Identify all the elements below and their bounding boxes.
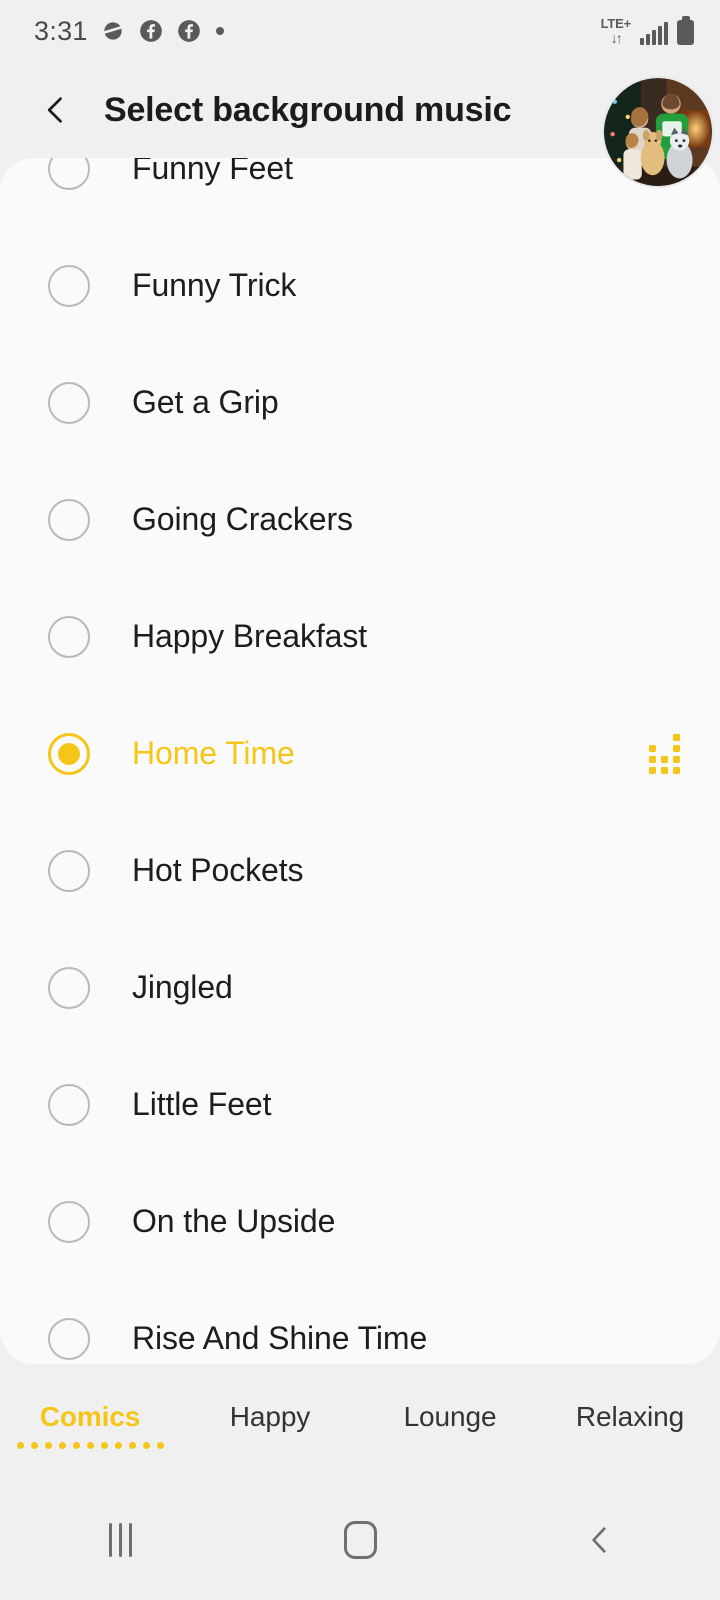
music-list-item[interactable]: Little Feet <box>0 1046 720 1163</box>
music-item-label: Little Feet <box>132 1086 272 1122</box>
music-item-label: Home Time <box>132 735 295 771</box>
equalizer-dots-icon <box>649 733 680 774</box>
recents-icon[interactable] <box>0 1523 240 1557</box>
music-list-item[interactable]: Going Crackers <box>0 461 720 578</box>
music-list-panel: Funny Feet Funny Trick Get a Grip Going Cra… <box>0 158 720 1364</box>
profile-avatar[interactable] <box>602 76 714 188</box>
status-bar-right: LTE+ ↓↑ <box>601 17 694 45</box>
music-item-label: Jingled <box>132 969 233 1005</box>
tab-happy[interactable]: Happy <box>180 1401 360 1450</box>
tab-active-underline <box>16 1441 164 1450</box>
radio-button[interactable] <box>48 1317 90 1360</box>
tab-comics[interactable]: Comics <box>0 1401 180 1450</box>
app-header: Select background music <box>0 62 720 188</box>
status-bar-left: 3:31 <box>34 16 226 47</box>
equalizer-column <box>673 733 680 774</box>
radio-button[interactable] <box>48 1083 90 1126</box>
music-item-label: Get a Grip <box>132 384 279 420</box>
network-type-indicator: LTE+ ↓↑ <box>600 16 632 46</box>
radio-button[interactable] <box>48 264 90 307</box>
tab-label: Comics <box>39 1400 141 1432</box>
tab-label: Happy <box>229 1400 311 1432</box>
tab-relaxing[interactable]: Relaxing <box>540 1401 720 1450</box>
radio-button[interactable] <box>48 381 90 424</box>
music-list-item[interactable]: Hot Pockets <box>0 812 720 929</box>
system-navigation-bar <box>0 1480 720 1600</box>
music-list-item[interactable]: Rise And Shine Time <box>0 1280 720 1364</box>
music-list-item[interactable]: Get a Grip <box>0 344 720 461</box>
dot-indicator-icon <box>214 25 226 37</box>
radio-button[interactable] <box>48 498 90 541</box>
radio-dot-icon <box>58 742 80 765</box>
back-icon[interactable] <box>480 1523 720 1557</box>
radio-button[interactable] <box>48 1200 90 1243</box>
equalizer-column <box>661 755 668 774</box>
music-list-item[interactable]: On the Upside <box>0 1163 720 1280</box>
facebook-icon <box>138 18 164 44</box>
home-icon[interactable] <box>240 1521 480 1559</box>
network-type-label: LTE+ <box>600 16 632 31</box>
music-item-label: Rise And Shine Time <box>132 1320 428 1356</box>
page-title: Select background music <box>104 90 512 129</box>
music-list-item[interactable]: Jingled <box>0 929 720 1046</box>
music-list-item[interactable]: Happy Breakfast <box>0 578 720 695</box>
music-item-label: On the Upside <box>132 1203 336 1239</box>
radio-button[interactable] <box>48 158 90 190</box>
tab-lounge[interactable]: Lounge <box>360 1401 540 1450</box>
status-bar: 3:31 LTE+ ↓↑ <box>0 0 720 62</box>
battery-full-icon <box>677 20 694 45</box>
music-list-item[interactable]: Funny Feet <box>0 158 720 227</box>
music-item-label: Going Crackers <box>132 501 353 537</box>
music-item-label: Funny Trick <box>132 267 297 303</box>
tab-label: Relaxing <box>575 1400 685 1432</box>
equalizer-column <box>649 744 656 774</box>
radio-button[interactable] <box>48 615 90 658</box>
back-chevron-icon[interactable] <box>34 88 78 132</box>
radio-button[interactable] <box>48 966 90 1009</box>
music-item-label: Funny Feet <box>132 158 293 186</box>
music-item-label: Hot Pockets <box>132 852 304 888</box>
facebook-icon <box>176 18 202 44</box>
data-transfer-arrows-icon: ↓↑ <box>610 30 623 46</box>
signal-bars-icon <box>640 22 668 45</box>
music-list-item[interactable]: Home Time <box>0 695 720 812</box>
radio-button-selected[interactable] <box>48 732 90 775</box>
tab-label: Lounge <box>403 1400 497 1432</box>
music-item-label: Happy Breakfast <box>132 618 368 654</box>
radio-button[interactable] <box>48 849 90 892</box>
music-list[interactable]: Funny Feet Funny Trick Get a Grip Going Cra… <box>0 158 720 1364</box>
samsung-internet-icon <box>100 18 126 44</box>
category-tab-bar[interactable]: Comics Happy Lounge Relaxing <box>0 1370 720 1480</box>
music-list-item[interactable]: Funny Trick <box>0 227 720 344</box>
status-clock: 3:31 <box>34 15 88 46</box>
